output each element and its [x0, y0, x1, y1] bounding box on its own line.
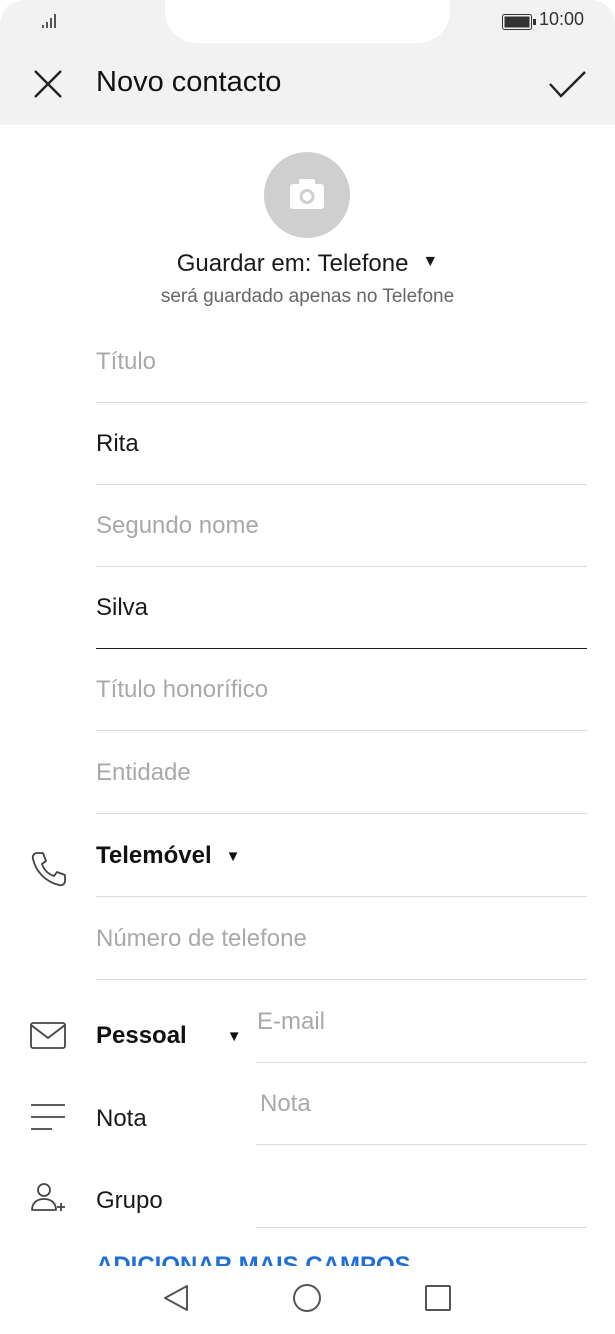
phone-type-label: Telemóvel: [96, 842, 212, 869]
email-type-dropdown[interactable]: Pessoal ▼: [96, 1022, 242, 1050]
note-input[interactable]: Nota: [256, 1062, 587, 1145]
storage-location-label: Guardar em: Telefone: [176, 250, 409, 277]
phone-icon: [31, 852, 66, 887]
group-input[interactable]: [256, 1145, 587, 1228]
phone-number-field[interactable]: Número de telefone: [96, 897, 587, 980]
page-title: Novo contacto: [96, 66, 282, 98]
middle-name-placeholder: Segundo nome: [96, 512, 259, 539]
add-more-fields-button[interactable]: ADICIONAR MAIS CAMPOS: [96, 1246, 411, 1266]
dropdown-arrow-icon: ▼: [226, 1028, 242, 1045]
honorific-field[interactable]: Título honorífico: [96, 648, 587, 731]
app-bar: 10:00 Novo contacto: [0, 0, 615, 125]
email-placeholder: E-mail: [257, 1008, 326, 1035]
email-type-label: Pessoal: [96, 1022, 187, 1049]
phone-type-row: Telemóvel ▼: [96, 814, 587, 897]
email-input[interactable]: E-mail: [256, 980, 587, 1063]
first-name-field[interactable]: Rita: [96, 402, 587, 485]
status-time: 10:00: [539, 9, 585, 29]
dropdown-arrow-icon: ▼: [225, 848, 241, 865]
entity-placeholder: Entidade: [96, 759, 191, 786]
title-field[interactable]: Título: [96, 320, 587, 403]
note-placeholder: Nota: [260, 1090, 311, 1117]
storage-note: será guardado apenas no Telefone: [160, 286, 455, 307]
add-photo-button[interactable]: [264, 152, 350, 238]
phone-type-dropdown[interactable]: Telemóvel ▼: [96, 842, 240, 870]
screen-corner: [591, 0, 615, 24]
honorific-placeholder: Título honorífico: [96, 676, 269, 703]
battery-icon: [502, 14, 536, 30]
middle-name-field[interactable]: Segundo nome: [96, 484, 587, 567]
last-name-value: Silva: [96, 594, 149, 621]
display-notch: [165, 0, 450, 43]
recent-apps-icon[interactable]: [418, 1278, 458, 1318]
title-placeholder: Título: [96, 348, 157, 375]
group-label: Grupo: [96, 1187, 163, 1214]
system-navigation-bar: [0, 1266, 615, 1334]
mail-icon: [30, 1022, 66, 1049]
close-icon[interactable]: [28, 64, 68, 104]
screen-corner: [0, 0, 24, 24]
home-icon[interactable]: [287, 1278, 327, 1318]
signal-icon: [42, 14, 56, 28]
storage-location-selector[interactable]: Guardar em: Telefone ▼: [0, 250, 615, 278]
group-icon: [31, 1183, 65, 1211]
check-icon[interactable]: [545, 64, 589, 104]
dropdown-arrow-icon: ▼: [422, 252, 439, 270]
first-name-value: Rita: [96, 430, 139, 457]
note-label: Nota: [96, 1105, 147, 1132]
back-icon[interactable]: [157, 1278, 197, 1318]
entity-field[interactable]: Entidade: [96, 731, 587, 814]
phone-number-placeholder: Número de telefone: [96, 925, 307, 952]
last-name-field[interactable]: Silva: [96, 566, 587, 649]
notes-icon: [31, 1104, 65, 1130]
camera-icon: [290, 179, 324, 209]
